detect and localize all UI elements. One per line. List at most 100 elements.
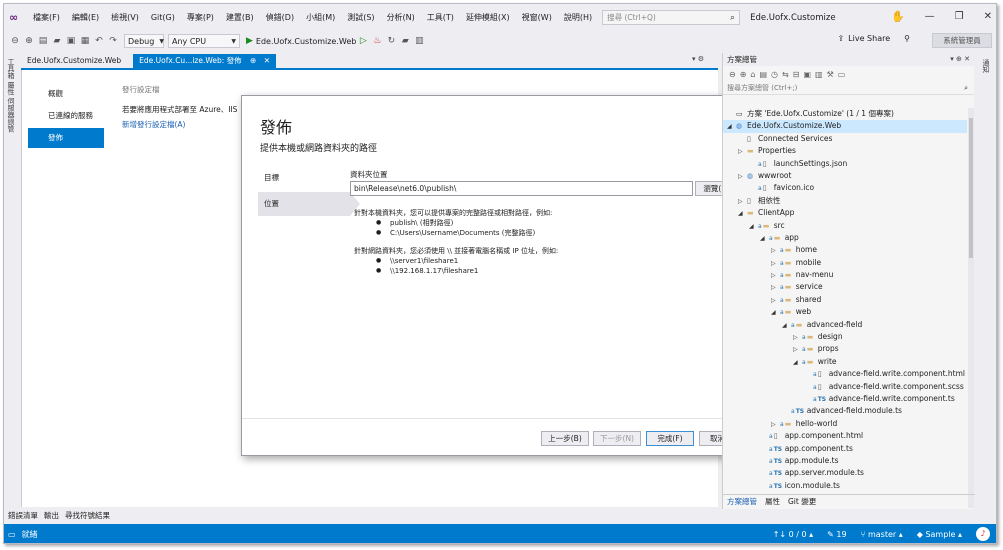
menu-test[interactable]: 測試(S) bbox=[341, 12, 380, 23]
tree-item[interactable]: ▷ ◍ wwwroot bbox=[723, 170, 967, 182]
collapse-icon[interactable]: ⊟ bbox=[793, 70, 800, 79]
save-all-icon[interactable]: ▦ bbox=[78, 36, 92, 46]
tree-item[interactable]: ◢ a▬ web bbox=[723, 306, 967, 318]
tree-item[interactable]: a▯ launchSettings.json bbox=[723, 158, 967, 170]
tab-solution-explorer[interactable]: 方案總管 bbox=[727, 495, 757, 508]
tab-properties[interactable]: 屬性 bbox=[765, 495, 780, 508]
tree-item[interactable]: aTS advance-field.write.component.ts bbox=[723, 393, 967, 405]
sync-icon[interactable]: ⇆ bbox=[782, 70, 789, 79]
folder-location-input[interactable]: bin\Release\net6.0\publish\ bbox=[350, 181, 693, 196]
menu-debug[interactable]: 偵錯(D) bbox=[260, 12, 300, 23]
preview-icon[interactable]: ▥ bbox=[815, 70, 823, 79]
start-icon[interactable]: ▶ bbox=[246, 36, 253, 46]
tree-item[interactable]: a▯ favicon.ico bbox=[723, 182, 967, 194]
tree-item[interactable]: ▷ a▬ design bbox=[723, 331, 967, 343]
tab-web-project[interactable]: Ede.Uofx.Customize.Web bbox=[21, 54, 128, 68]
tree-item[interactable]: ▷ a▬ hello-world bbox=[723, 418, 967, 430]
menu-git[interactable]: Git(G) bbox=[145, 13, 181, 22]
tree-item[interactable]: ◢ a▬ write bbox=[723, 356, 967, 368]
tree-item[interactable]: aTS advanced-field.module.ts bbox=[723, 405, 967, 417]
tree-item[interactable]: a▯ app.component.html bbox=[723, 430, 967, 442]
tree-item[interactable]: a▯ advance-field.write.component.html bbox=[723, 368, 967, 380]
changes-status[interactable]: ✎ 19 bbox=[827, 530, 846, 539]
menu-file[interactable]: 檔案(F) bbox=[27, 12, 66, 23]
back-icon[interactable]: ⊖ bbox=[8, 36, 22, 46]
nav-overview[interactable]: 概觀 bbox=[28, 84, 104, 104]
nav-connected-services[interactable]: 已連線的服務 bbox=[28, 106, 104, 126]
start-target[interactable]: Ede.Uofx.Customize.Web bbox=[256, 37, 356, 46]
tree-item[interactable]: aTS app.module.ts bbox=[723, 455, 967, 467]
step-target[interactable]: 目標 bbox=[258, 166, 350, 190]
sync-status[interactable]: ↑↓ 0 / 0 ▴ bbox=[773, 530, 813, 539]
hot-reload-icon[interactable]: ♨ bbox=[370, 36, 384, 46]
solution-scrollbar[interactable] bbox=[968, 108, 974, 508]
tree-item[interactable]: ▷ a▬ service bbox=[723, 281, 967, 293]
feedback-icon[interactable]: ✋ bbox=[891, 10, 905, 23]
menu-view[interactable]: 檢視(V) bbox=[105, 12, 145, 23]
account-icon[interactable]: ⚲ bbox=[904, 34, 910, 43]
menu-extensions[interactable]: 延伸模組(X) bbox=[460, 12, 516, 23]
menu-project[interactable]: 專案(P) bbox=[181, 12, 220, 23]
admin-button[interactable]: 系統管理員 bbox=[932, 33, 992, 48]
previous-button[interactable]: 上一步(B) bbox=[541, 431, 589, 446]
switch-view-icon[interactable]: ▤ bbox=[759, 70, 767, 79]
restore-icon[interactable]: ❐ bbox=[955, 11, 964, 22]
menu-analyze[interactable]: 分析(N) bbox=[381, 12, 421, 23]
save-icon[interactable]: ▣ bbox=[64, 36, 78, 46]
tab-error-list[interactable]: 錯誤清單 bbox=[8, 509, 38, 523]
finish-button[interactable]: 完成(F) bbox=[646, 431, 694, 446]
tree-item[interactable]: aTS icon.module.ts bbox=[723, 480, 967, 492]
tree-item[interactable]: ◢ ▬ ClientApp bbox=[723, 207, 967, 219]
menu-build[interactable]: 建置(B) bbox=[220, 12, 260, 23]
tree-item[interactable]: ▭ 方案 'Ede.Uofx.Customize' (1 / 1 個專案) bbox=[723, 108, 967, 120]
new-project-icon[interactable]: ▤ bbox=[36, 36, 50, 46]
tree-item[interactable]: ◢ a▬ src bbox=[723, 220, 967, 232]
show-all-icon[interactable]: ▣ bbox=[803, 70, 811, 79]
menu-tools[interactable]: 工具(T) bbox=[421, 12, 460, 23]
scrollbar-thumb[interactable] bbox=[969, 118, 973, 258]
tab-publish[interactable]: Ede.Uofx.Cu...ize.Web: 發佈 ⊕ ✕ bbox=[133, 54, 276, 68]
tab-output[interactable]: 輸出 bbox=[44, 509, 59, 523]
new-profile-link[interactable]: 新增發行設定檔(A) bbox=[122, 119, 242, 130]
tab-overflow[interactable]: ▾ ⚙ bbox=[692, 55, 704, 63]
undo-icon[interactable]: ↶ bbox=[92, 36, 106, 46]
tab-find-symbol[interactable]: 尋找符號結果 bbox=[65, 509, 110, 523]
tree-item[interactable]: a▯ advance-field.write.component.scss bbox=[723, 381, 967, 393]
tree-item[interactable]: ▷ a▬ nav-menu bbox=[723, 269, 967, 281]
branch-status[interactable]: ⑂ master ▴ bbox=[861, 530, 903, 539]
live-share-button[interactable]: ⇪ Live Share ⚲ bbox=[837, 34, 910, 43]
tree-item[interactable]: ▷ a▬ props bbox=[723, 343, 967, 355]
open-icon[interactable]: ▰ bbox=[50, 36, 64, 46]
step-location[interactable]: 位置 bbox=[258, 192, 360, 216]
tab-git-changes[interactable]: Git 變更 bbox=[788, 495, 816, 508]
tree-item[interactable]: ▷ ▬ Properties bbox=[723, 145, 967, 157]
back-icon[interactable]: ⊖ bbox=[729, 70, 736, 79]
notifications-tab[interactable]: 通知 bbox=[981, 59, 991, 73]
menu-window[interactable]: 視窗(W) bbox=[516, 12, 558, 23]
history-icon[interactable]: ◷ bbox=[771, 70, 778, 79]
properties-icon[interactable]: ⚒ bbox=[827, 70, 834, 79]
close-icon[interactable]: ✕ bbox=[264, 56, 270, 65]
platform-select[interactable]: Any CPU ▼ bbox=[168, 34, 240, 48]
redo-icon[interactable]: ↷ bbox=[106, 36, 120, 46]
home-icon[interactable]: ⌂ bbox=[750, 70, 755, 79]
tree-item[interactable]: ◢ ◍ Ede.Uofx.Customize.Web bbox=[723, 120, 967, 133]
refresh-icon[interactable]: ↻ bbox=[384, 36, 398, 46]
tree-item[interactable]: ▯ Connected Services bbox=[723, 133, 967, 145]
tree-item[interactable]: ◢ a▬ app bbox=[723, 232, 967, 244]
menu-team[interactable]: 小組(M) bbox=[300, 12, 341, 23]
tree-item[interactable]: ▷ ▯ 相依性 bbox=[723, 195, 967, 207]
forward-icon[interactable]: ⊕ bbox=[740, 70, 747, 79]
tree-item[interactable]: ◢ a▬ advanced-field bbox=[723, 319, 967, 331]
filter-icon[interactable]: ▭ bbox=[838, 70, 846, 79]
pin-icon[interactable]: ⊕ bbox=[250, 56, 256, 65]
panel-controls[interactable]: ▾ ⊕ ✕ bbox=[950, 53, 970, 66]
next-button[interactable]: 下一步(N) bbox=[593, 431, 641, 446]
tree-item[interactable]: ▷ a▬ home bbox=[723, 244, 967, 256]
search-input[interactable]: 搜尋 (Ctrl+Q) ⌕ bbox=[602, 10, 741, 25]
menu-help[interactable]: 說明(H) bbox=[558, 12, 598, 23]
close-icon[interactable]: ✕ bbox=[984, 11, 992, 22]
minimize-icon[interactable]: — bbox=[925, 11, 935, 22]
tree-item[interactable]: aTS app.server.module.ts bbox=[723, 467, 967, 479]
tree-item[interactable]: aTS app.component.ts bbox=[723, 443, 967, 455]
